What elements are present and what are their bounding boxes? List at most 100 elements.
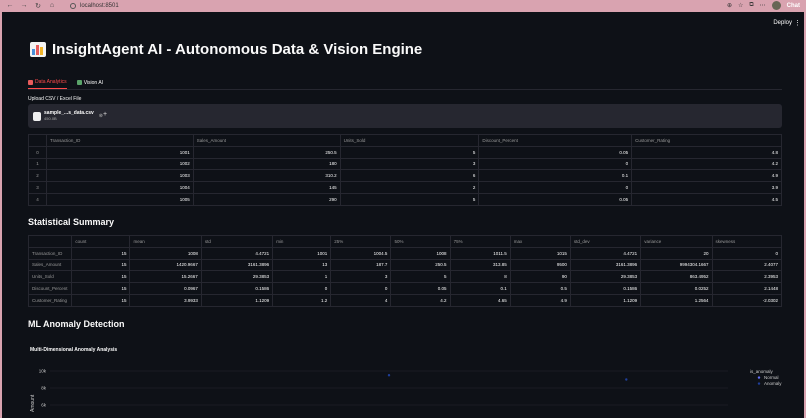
table-cell[interactable]: 9994304.1667 xyxy=(640,258,713,272)
table-cell[interactable]: 4 xyxy=(330,293,392,307)
table-cell[interactable]: 290 xyxy=(192,192,341,206)
column-header[interactable]: Discount_Percent xyxy=(478,134,633,147)
table-cell[interactable]: 0.1 xyxy=(449,282,511,295)
table-cell[interactable]: 9500 xyxy=(509,258,571,272)
table-cell[interactable]: 0 xyxy=(330,282,392,295)
extensions-icon[interactable]: ⧉ xyxy=(749,2,753,9)
table-cell[interactable]: 15 xyxy=(71,270,131,284)
table-cell[interactable]: 250.5 xyxy=(192,145,341,159)
table-cell[interactable]: 0.1586 xyxy=(569,282,642,295)
table-cell[interactable]: 1002 xyxy=(45,157,194,171)
table-cell[interactable]: 1001 xyxy=(45,145,194,159)
avatar[interactable] xyxy=(771,1,781,10)
table-cell[interactable]: 2.1448 xyxy=(711,282,783,295)
row-label[interactable]: Units_Sold xyxy=(27,270,73,284)
table-cell[interactable]: 4.8 xyxy=(631,145,782,159)
table-cell[interactable]: 4.4721 xyxy=(569,246,642,260)
table-row[interactable]: Sales_Amount 15 1420.9667 3161.3896 13 187.7 2… xyxy=(27,258,783,272)
table-cell[interactable]: 6 xyxy=(339,169,480,183)
data-preview-table[interactable]: Transaction_ID Sales_Amount Units_Sold D… xyxy=(28,134,782,206)
forward-icon[interactable]: → xyxy=(20,2,28,10)
chat-button[interactable]: Chat xyxy=(787,3,800,9)
table-cell[interactable]: 0.1586 xyxy=(200,282,274,295)
column-header[interactable]: Transaction_ID xyxy=(45,134,194,147)
table-cell[interactable]: 20 xyxy=(640,246,713,260)
home-icon[interactable]: ⌂ xyxy=(48,2,56,10)
table-cell[interactable]: 0.5 xyxy=(509,282,571,295)
table-cell[interactable]: 1420.9667 xyxy=(129,258,202,272)
table-cell[interactable]: 180 xyxy=(192,157,341,171)
row-label[interactable]: Discount_Percent xyxy=(27,282,73,295)
table-cell[interactable]: 250.5 xyxy=(390,258,451,272)
table-cell[interactable]: 0 xyxy=(272,282,332,295)
add-file-button[interactable]: + xyxy=(103,111,107,118)
table-cell[interactable]: 4.4721 xyxy=(200,246,274,260)
table-cell[interactable]: 145 xyxy=(192,181,341,194)
row-index[interactable]: 3 xyxy=(28,181,47,194)
table-cell[interactable]: 29.3853 xyxy=(569,270,642,284)
anomaly-scatter-chart[interactable]: 10k 8k 6k Amount is_anomalyNormalAnomaly xyxy=(28,362,782,418)
site-info-icon[interactable] xyxy=(70,3,76,9)
table-cell[interactable]: 13 xyxy=(272,258,332,272)
main-menu-icon[interactable]: ⋮ xyxy=(794,19,801,27)
table-cell[interactable]: 4.2 xyxy=(390,293,451,307)
table-cell[interactable]: 4.9 xyxy=(631,169,782,183)
row-index[interactable]: 2 xyxy=(28,169,47,183)
legend-item[interactable]: Anomaly xyxy=(764,381,782,386)
column-header[interactable]: Units_Sold xyxy=(339,134,480,147)
table-cell[interactable]: 4.5 xyxy=(631,192,782,206)
table-cell[interactable]: 4.2 xyxy=(631,157,782,171)
column-header[interactable]: Sales_Amount xyxy=(192,134,341,147)
column-header[interactable]: 75% xyxy=(449,235,511,248)
row-label[interactable]: Sales_Amount xyxy=(27,258,73,272)
column-header[interactable]: max xyxy=(509,235,571,248)
column-header[interactable] xyxy=(28,134,47,147)
table-cell[interactable]: 310.2 xyxy=(192,169,341,183)
column-header[interactable]: skewness xyxy=(711,235,783,248)
row-label[interactable]: Transaction_ID xyxy=(27,246,73,260)
table-cell[interactable]: 313.85 xyxy=(449,258,511,272)
table-row[interactable]: 3 1004 145 2 0 3.9 xyxy=(28,181,782,194)
table-cell[interactable]: 29.3853 xyxy=(200,270,274,284)
table-cell[interactable]: 1.1209 xyxy=(200,293,274,307)
row-index[interactable]: 1 xyxy=(28,157,47,171)
table-row[interactable]: 4 1005 290 5 0.05 4.5 xyxy=(28,192,782,206)
table-row[interactable]: 2 1003 310.2 6 0.1 4.9 xyxy=(28,169,782,183)
table-cell[interactable]: 3161.3896 xyxy=(200,258,274,272)
table-cell[interactable]: 3 xyxy=(339,157,480,171)
table-cell[interactable]: 0.05 xyxy=(390,282,451,295)
table-cell[interactable]: 1004.5 xyxy=(330,246,392,260)
column-header[interactable]: mean xyxy=(129,235,202,248)
table-cell[interactable]: 5 xyxy=(339,192,480,206)
star-icon[interactable]: ☆ xyxy=(738,2,743,9)
table-cell[interactable]: 0.0967 xyxy=(129,282,202,295)
table-cell[interactable]: 1004 xyxy=(45,181,194,194)
table-cell[interactable]: 3 xyxy=(330,270,392,284)
table-cell[interactable]: 2.4077 xyxy=(711,258,783,272)
table-cell[interactable]: 1008 xyxy=(129,246,202,260)
table-row[interactable]: Transaction_ID 15 1008 4.4721 1001 1004.5 1008… xyxy=(27,246,783,260)
more-icon[interactable]: ⋯ xyxy=(760,2,766,9)
anomaly-point[interactable] xyxy=(625,378,628,381)
table-cell[interactable]: 1 xyxy=(272,270,332,284)
table-row[interactable]: 0 1001 250.5 5 0.05 4.8 xyxy=(28,145,782,159)
deploy-button[interactable]: Deploy xyxy=(773,20,792,26)
chart-legend[interactable]: is_anomalyNormalAnomaly xyxy=(750,369,782,386)
table-cell[interactable]: 90 xyxy=(509,270,571,284)
table-cell[interactable]: 1.1209 xyxy=(569,293,642,307)
table-cell[interactable]: 0.0252 xyxy=(640,282,713,295)
table-cell[interactable]: 0.05 xyxy=(478,145,633,159)
table-cell[interactable]: 4.9 xyxy=(509,293,571,307)
table-cell[interactable]: 5 xyxy=(339,145,480,159)
table-cell[interactable]: 2.3953 xyxy=(711,270,783,284)
table-cell[interactable]: 1015 xyxy=(509,246,571,260)
table-cell[interactable]: 1001 xyxy=(272,246,332,260)
column-header[interactable]: Customer_Rating xyxy=(631,134,782,147)
column-header[interactable]: 25% xyxy=(330,235,392,248)
table-cell[interactable]: 3.9933 xyxy=(129,293,202,307)
table-cell[interactable]: 1008 xyxy=(390,246,451,260)
table-cell[interactable]: 5 xyxy=(390,270,451,284)
row-index[interactable]: 4 xyxy=(28,192,47,206)
row-index[interactable]: 0 xyxy=(28,145,47,159)
table-cell[interactable]: 1.2 xyxy=(272,293,332,307)
